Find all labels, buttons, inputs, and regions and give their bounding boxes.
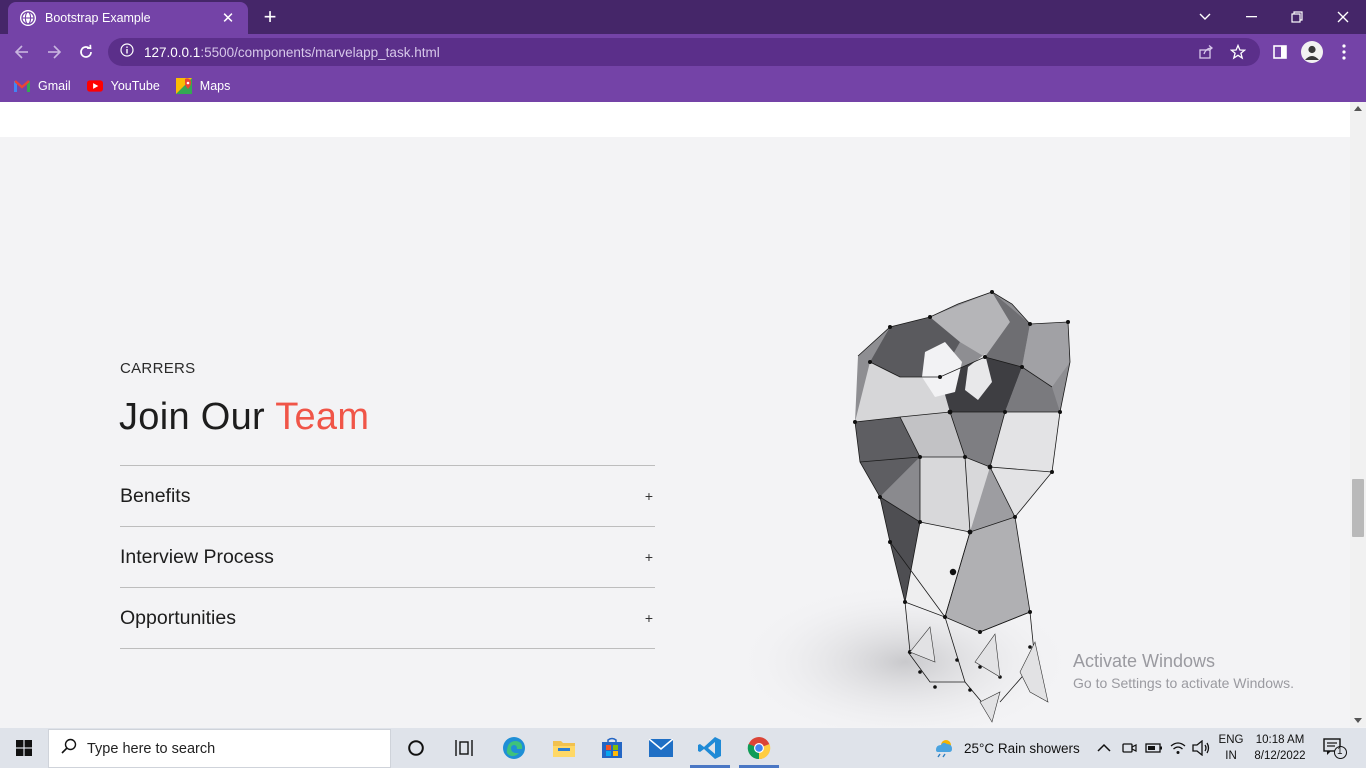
cortana-icon <box>408 740 424 756</box>
menu-kebab-icon[interactable] <box>1332 40 1356 64</box>
reload-button[interactable] <box>74 40 98 64</box>
forward-button[interactable] <box>42 40 66 64</box>
notification-count: 1 <box>1337 746 1343 757</box>
weather-text: 25°C Rain showers <box>964 740 1080 756</box>
activate-windows-watermark: Activate Windows Go to Settings to activ… <box>1073 651 1294 691</box>
rain-cloud-icon <box>936 740 952 758</box>
bookmarks-bar: Gmail YouTube Maps <box>0 70 1366 102</box>
accordion-label: Interview Process <box>120 545 274 568</box>
info-icon[interactable] <box>120 42 134 62</box>
bookmark-youtube[interactable]: YouTube <box>86 79 160 93</box>
page-scrollbar[interactable] <box>1350 102 1366 727</box>
url-text: 127.0.0.1:5500/components/marvelapp_task… <box>144 44 440 60</box>
watermark-subtitle: Go to Settings to activate Windows. <box>1073 675 1294 691</box>
new-tab-button[interactable]: + <box>258 4 282 30</box>
store-icon <box>602 737 622 758</box>
windows-logo-icon <box>16 740 32 756</box>
mail-icon <box>649 739 673 757</box>
clock-time: 10:18 AM <box>1255 734 1305 746</box>
battery-button[interactable] <box>1145 728 1163 768</box>
wifi-button[interactable] <box>1170 728 1186 768</box>
accordion-benefits[interactable]: Benefits + <box>120 466 655 527</box>
taskbar-store[interactable] <box>588 728 636 768</box>
taskbar-edge[interactable] <box>490 728 538 768</box>
taskbar-vscode[interactable] <box>686 728 734 768</box>
tab-search-button[interactable] <box>1182 0 1228 34</box>
bookmark-maps[interactable]: Maps <box>175 78 230 94</box>
chevron-up-icon <box>1097 743 1111 752</box>
search-placeholder: Type here to search <box>87 740 216 757</box>
notification-icon <box>1323 738 1347 759</box>
taskbar-file-explorer[interactable] <box>540 728 588 768</box>
tab-title: Bootstrap Example <box>45 11 151 25</box>
accordion-label: Benefits <box>120 484 191 507</box>
vscode-icon <box>698 737 721 759</box>
show-hidden-icons-button[interactable] <box>1097 728 1111 768</box>
close-tab-icon[interactable]: ✕ <box>220 9 236 27</box>
previous-section-edge <box>0 102 1350 137</box>
gmail-icon <box>14 79 30 93</box>
input-language-button[interactable]: ENG IN <box>1216 728 1246 768</box>
back-button[interactable] <box>10 40 34 64</box>
careers-accordion: Benefits + Interview Process + Opportuni… <box>120 465 655 649</box>
scroll-thumb[interactable] <box>1352 479 1364 537</box>
region-code: IN <box>1225 750 1237 762</box>
close-window-button[interactable] <box>1320 0 1366 34</box>
meet-icon <box>1122 743 1137 753</box>
headline-prefix: Join Our <box>119 396 266 438</box>
expand-plus-icon[interactable]: + <box>645 488 653 504</box>
clock-date: 8/12/2022 <box>1254 750 1306 762</box>
globe-icon <box>20 10 36 26</box>
minimize-button[interactable] <box>1228 0 1274 34</box>
maps-icon <box>175 78 192 94</box>
scroll-down-arrow-icon[interactable] <box>1354 718 1362 723</box>
restore-button[interactable] <box>1274 0 1320 34</box>
share-icon[interactable] <box>1198 44 1214 65</box>
profile-avatar[interactable] <box>1300 40 1324 64</box>
bookmark-gmail[interactable]: Gmail <box>14 79 71 93</box>
language-code: ENG <box>1218 734 1244 746</box>
taskbar-chrome[interactable] <box>735 728 783 768</box>
cortana-button[interactable] <box>392 728 440 768</box>
watermark-title: Activate Windows <box>1073 651 1216 671</box>
address-bar[interactable]: 127.0.0.1:5500/components/marvelapp_task… <box>108 38 1260 66</box>
speaker-icon <box>1192 740 1210 756</box>
task-view-icon <box>455 740 473 756</box>
battery-icon <box>1145 743 1162 753</box>
headline-accent: Team <box>275 396 370 438</box>
youtube-icon <box>86 79 103 93</box>
browser-toolbar: 127.0.0.1:5500/components/marvelapp_task… <box>0 34 1366 70</box>
accordion-label: Opportunities <box>120 606 236 629</box>
scroll-up-arrow-icon[interactable] <box>1354 106 1362 111</box>
tab-strip: Bootstrap Example ✕ + <box>0 0 1366 34</box>
bookmark-star-icon[interactable] <box>1229 43 1247 65</box>
start-button[interactable] <box>0 728 48 768</box>
clock-button[interactable]: 10:18 AM 8/12/2022 <box>1252 728 1308 768</box>
edge-icon <box>503 737 525 759</box>
chrome-icon <box>747 737 771 760</box>
accordion-opportunities[interactable]: Opportunities + <box>120 588 655 649</box>
expand-plus-icon[interactable]: + <box>645 610 653 626</box>
folder-icon <box>553 741 575 757</box>
meet-now-button[interactable] <box>1121 728 1137 768</box>
section-eyebrow: CARRERS <box>120 360 196 377</box>
page-title: Join Our Team <box>119 396 369 439</box>
accordion-interview-process[interactable]: Interview Process + <box>120 527 655 588</box>
side-panel-icon[interactable] <box>1268 40 1292 64</box>
volume-button[interactable] <box>1192 728 1210 768</box>
expand-plus-icon[interactable]: + <box>645 549 653 565</box>
page-viewport: CARRERS Join Our Team Benefits + Intervi… <box>0 102 1350 727</box>
wifi-icon <box>1170 742 1186 754</box>
action-center-button[interactable]: 1 <box>1322 728 1348 768</box>
windows-taskbar: Type here to search 25°C Rain showers EN… <box>0 728 1366 768</box>
taskbar-search-box[interactable]: Type here to search <box>48 729 391 768</box>
taskbar-mail[interactable] <box>637 728 685 768</box>
task-view-button[interactable] <box>440 728 488 768</box>
search-icon <box>61 738 77 759</box>
fist-illustration <box>735 290 1075 727</box>
weather-widget[interactable]: 25°C Rain showers <box>932 728 1080 768</box>
browser-tab[interactable]: Bootstrap Example ✕ <box>8 2 248 34</box>
